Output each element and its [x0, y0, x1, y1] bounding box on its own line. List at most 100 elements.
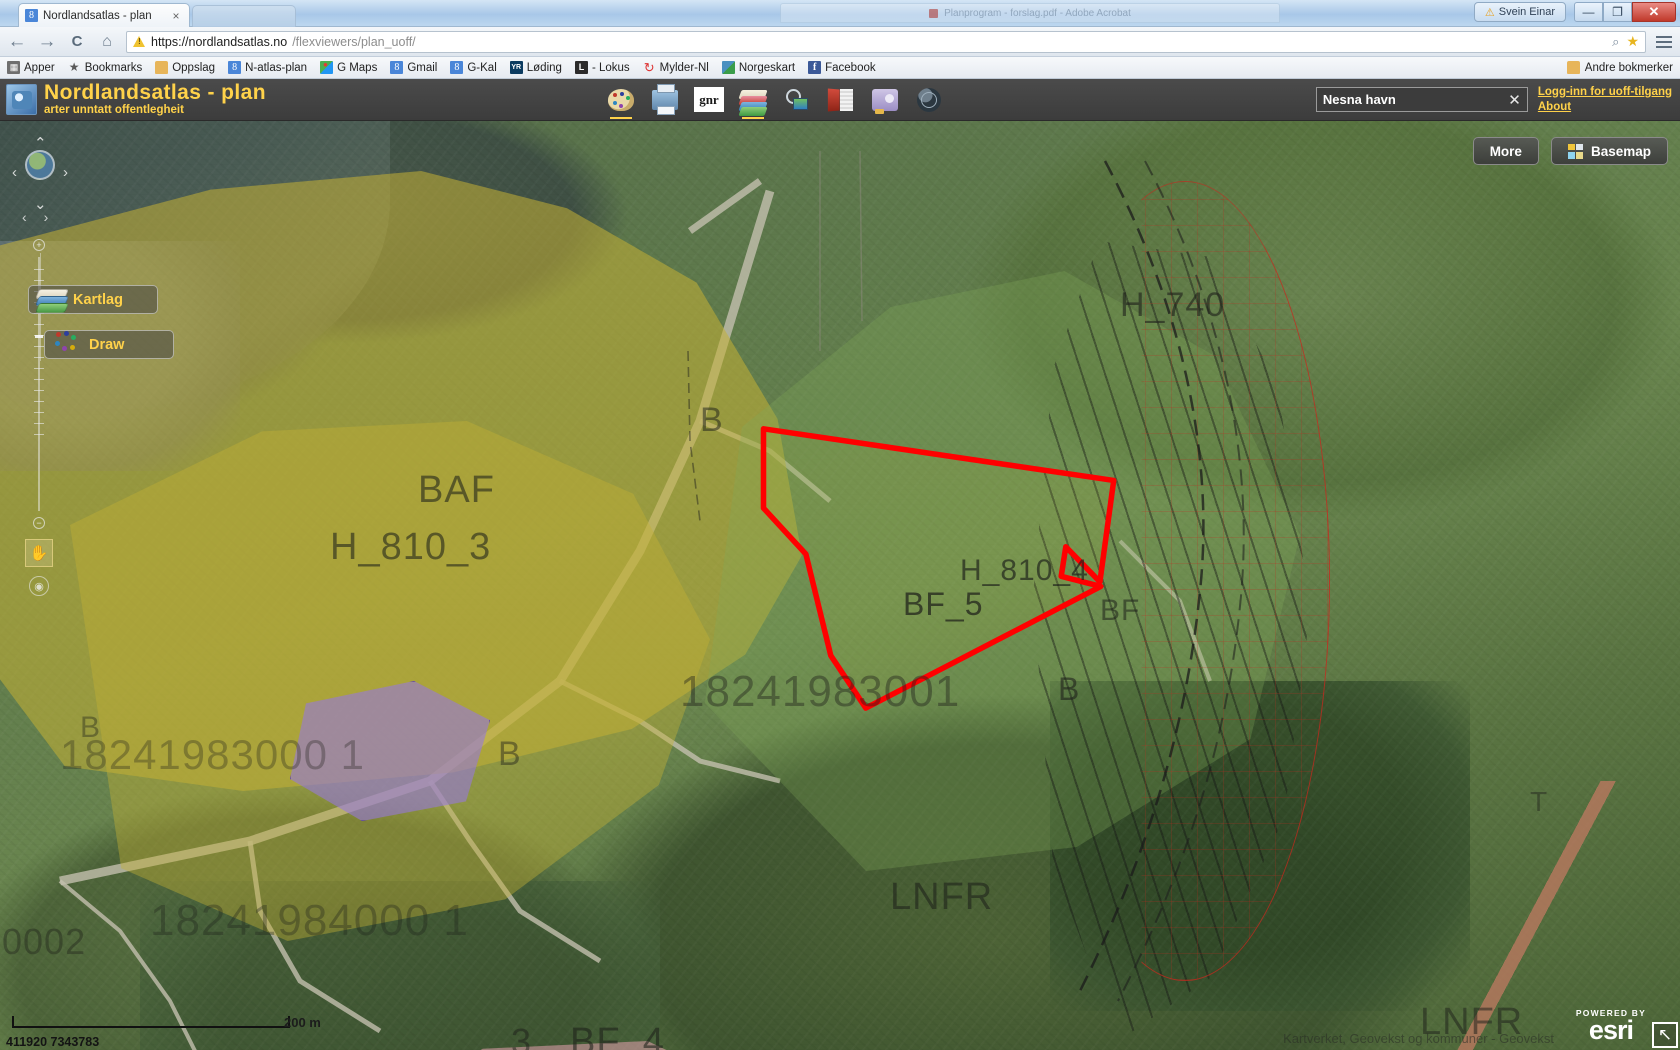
globe-icon	[916, 87, 941, 112]
page-actions-icon[interactable]: ⌕	[1612, 34, 1619, 50]
warning-triangle-icon	[133, 36, 146, 47]
map-label: H_740	[1120, 286, 1226, 324]
clear-search-icon[interactable]: ✕	[1504, 91, 1521, 109]
chrome-user-chip[interactable]: ⚠ Svein Einar	[1473, 2, 1566, 22]
background-window-title: Planprogram - forslag.pdf - Adobe Acroba…	[944, 7, 1131, 19]
browser-toolbar: ← → C ⌂ https://nordlandsatlas.no/flexvi…	[0, 27, 1680, 57]
pan-navigation-control[interactable]: ⌃ ⌄ ‹ ›	[12, 136, 68, 212]
bookmark-oppslag[interactable]: Oppslag	[155, 61, 215, 74]
tab-title: Nordlandsatlas - plan	[43, 9, 152, 22]
new-tab-button[interactable]	[192, 5, 296, 27]
address-bar[interactable]: https://nordlandsatlas.no/flexviewers/pl…	[126, 30, 1646, 53]
map-label: H_810_3	[330, 526, 492, 568]
bookmark-apper[interactable]: ▦ Apper	[7, 61, 55, 74]
bookmark-facebook[interactable]: f Facebook	[808, 61, 876, 74]
tab-close-icon[interactable]: ×	[169, 9, 183, 23]
palette-icon	[49, 328, 85, 362]
zoom-out-button[interactable]: −	[33, 517, 45, 529]
resize-grip-icon[interactable]: ↖	[1652, 1022, 1678, 1048]
chrome-user-name: Svein Einar	[1498, 6, 1555, 18]
search-box[interactable]: ✕	[1315, 87, 1528, 112]
bookmark-n-atlas-plan[interactable]: 8 N-atlas-plan	[228, 61, 307, 74]
open-book-icon	[828, 88, 854, 111]
map-attribution: Kartverket, Geovekst og kommuner - Geove…	[1283, 1031, 1554, 1046]
about-link[interactable]: About	[1538, 100, 1672, 114]
mylder-icon: ↻	[643, 60, 655, 75]
background-window-titlebar[interactable]: Planprogram - forslag.pdf - Adobe Acroba…	[780, 3, 1280, 23]
bookmark-other-bookmarks[interactable]: Andre bokmerker	[1566, 61, 1673, 74]
palette-tool-button[interactable]	[606, 85, 636, 119]
pan-right-icon[interactable]: ›	[63, 165, 68, 180]
yr-icon: YR	[509, 61, 523, 74]
bookmark-g-maps[interactable]: G Maps	[320, 58, 378, 74]
bookmark-mylder-nl[interactable]: ↻ Mylder-Nl	[643, 61, 709, 74]
bookmark-bookmarks[interactable]: ★ Bookmarks	[68, 60, 142, 74]
home-icon[interactable]: ⌂	[96, 31, 118, 53]
map-coordinates: 411920 7343783	[6, 1035, 100, 1049]
pan-up-icon[interactable]: ⌃	[34, 136, 47, 151]
bookmark-loding[interactable]: YR Løding	[509, 61, 562, 74]
search-input[interactable]	[1322, 92, 1505, 107]
globe-tool-button[interactable]	[914, 85, 944, 115]
pan-left-icon[interactable]: ‹	[12, 165, 17, 180]
widget-label: Kartlag	[73, 291, 123, 308]
palette-icon	[607, 88, 634, 111]
window-restore-button[interactable]: ❐	[1603, 2, 1632, 22]
full-extent-button[interactable]: ◉	[29, 576, 49, 596]
pan-hand-button[interactable]: ✋	[25, 539, 53, 567]
widget-button-draw[interactable]: Draw	[44, 330, 174, 359]
bookmarks-tool-button[interactable]	[826, 85, 856, 115]
print-tool-button[interactable]	[650, 83, 680, 115]
basemap-button[interactable]: Basemap	[1550, 137, 1668, 165]
login-link[interactable]: Logg-inn for uoff-tilgang	[1538, 85, 1672, 99]
map-label: B	[1058, 671, 1081, 707]
zoom-handle[interactable]	[35, 335, 43, 338]
basemap-button-label: Basemap	[1590, 143, 1651, 159]
app-toolbar: gnr	[606, 83, 944, 119]
gnr-tool-button[interactable]: gnr	[693, 85, 724, 115]
folder-icon	[155, 61, 169, 74]
app-brand: Nordlandsatlas - plan arter unntatt offe…	[0, 82, 266, 117]
bookmark-lokus[interactable]: L - Lokus	[574, 61, 630, 74]
bookmark-g-kal[interactable]: 8 G-Kal	[450, 61, 497, 74]
zoom-in-button[interactable]: +	[33, 239, 45, 251]
star-icon: ★	[68, 60, 80, 74]
active-indicator	[609, 116, 632, 119]
bookmark-label: Norgeskart	[738, 61, 796, 74]
map-canvas[interactable]: H_740 BAF H_810_3 B H_810_4 BF_5 BF B 1824198300…	[0, 121, 1680, 1050]
measure-magnifier-icon	[784, 88, 810, 112]
app-header: Nordlandsatlas - plan arter unntatt offe…	[0, 79, 1680, 121]
map-label: 18241984000 1	[150, 896, 469, 945]
extent-history-control: ‹ ›	[22, 209, 48, 225]
window-minimize-button[interactable]: —	[1574, 2, 1603, 22]
browser-tab-active[interactable]: 8 Nordlandsatlas - plan ×	[18, 3, 190, 27]
forward-icon[interactable]: →	[36, 31, 58, 53]
bookmark-star-icon[interactable]: ★	[1626, 33, 1639, 50]
map-label: _3	[490, 1021, 533, 1050]
previous-extent-icon[interactable]: ‹	[22, 209, 27, 225]
bookmark-norgeskart[interactable]: Norgeskart	[721, 61, 796, 74]
layers-tool-button[interactable]	[738, 85, 768, 119]
map-action-buttons: More Basemap	[1472, 137, 1668, 165]
map-label: H_810_4	[960, 554, 1089, 587]
map-label: BAF	[418, 469, 495, 511]
bookmark-label: Andre bokmerker	[1584, 61, 1673, 74]
reload-icon[interactable]: C	[66, 31, 88, 53]
chrome-menu-icon[interactable]	[1654, 35, 1674, 48]
archive-tool-button[interactable]	[870, 85, 900, 115]
header-links: Logg-inn for uoff-tilgang About	[1538, 85, 1672, 114]
next-extent-icon[interactable]: ›	[44, 209, 49, 225]
google-icon: 8	[228, 61, 242, 74]
window-close-button[interactable]: ✕	[1632, 2, 1676, 22]
scale-bar-label: 200 m	[284, 1015, 321, 1030]
back-icon[interactable]: ←	[6, 31, 28, 53]
globe-center-icon[interactable]	[25, 150, 55, 180]
widget-button-kartlag[interactable]: Kartlag	[28, 285, 158, 314]
map-label: 18241983000 1	[60, 731, 365, 778]
more-button[interactable]: More	[1472, 137, 1539, 165]
bookmark-gmail[interactable]: 8 Gmail	[390, 61, 437, 74]
bookmark-label: G Maps	[337, 61, 378, 74]
bookmark-label: Mylder-Nl	[659, 61, 709, 74]
map-label: BF_4	[570, 1021, 665, 1050]
measure-tool-button[interactable]	[782, 85, 812, 115]
